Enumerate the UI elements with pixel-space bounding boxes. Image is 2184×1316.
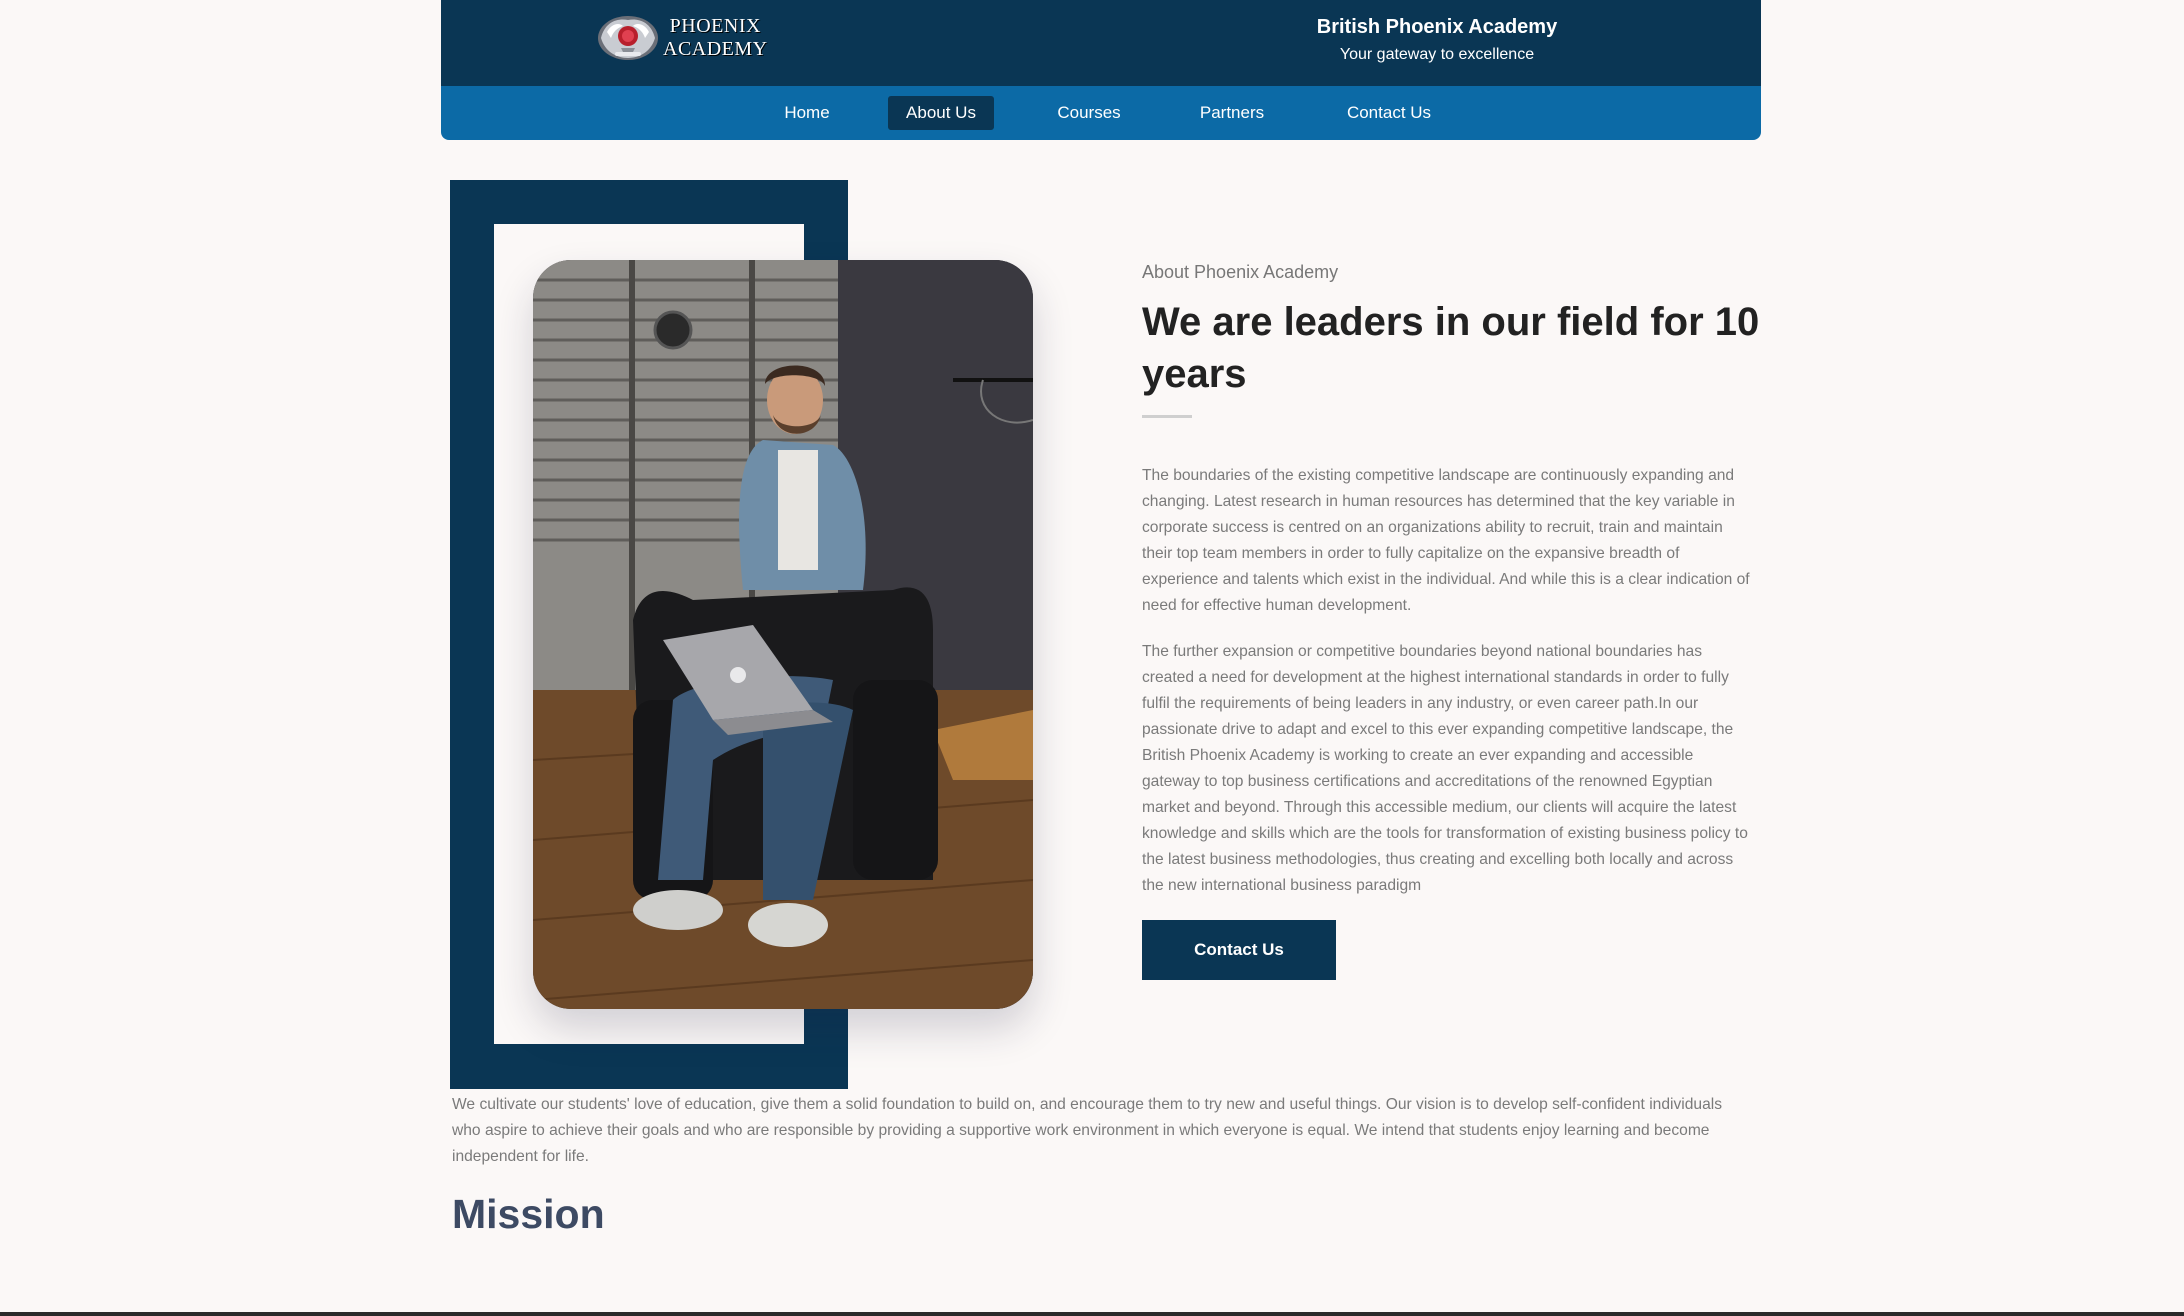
section-eyebrow: About Phoenix Academy xyxy=(1142,262,1339,282)
nav-item-about-us[interactable]: About Us xyxy=(888,96,994,130)
brand-tagline: Your gateway to excellence xyxy=(1339,46,1535,63)
vision-paragraph: We cultivate our students' love of educa… xyxy=(452,1096,1723,1165)
brand-block: British Phoenix Academy Your gateway to … xyxy=(1267,14,1607,66)
contact-us-button[interactable]: Contact Us xyxy=(1142,920,1336,980)
nav-item-partners[interactable]: Partners xyxy=(1183,96,1281,130)
logo-line-1: PHOENIX xyxy=(669,15,761,37)
page-bottom-border xyxy=(0,1312,2184,1316)
about-photo xyxy=(533,260,1033,1009)
nav-item-contact-us[interactable]: Contact Us xyxy=(1329,96,1449,130)
top-bar: PHOENIX ACADEMY British Phoenix Academy … xyxy=(441,0,1761,86)
about-paragraph-1: The boundaries of the existing competiti… xyxy=(1142,467,1750,614)
logo[interactable]: PHOENIX ACADEMY xyxy=(595,12,768,64)
about-paragraph-2: The further expansion or competitive bou… xyxy=(1142,643,1748,894)
nav-item-home[interactable]: Home xyxy=(767,96,847,130)
logo-text: PHOENIX ACADEMY xyxy=(663,15,768,61)
mission-heading: Mission xyxy=(452,1191,605,1237)
brand-title: British Phoenix Academy xyxy=(1316,16,1558,38)
heading-divider xyxy=(1142,415,1192,418)
logo-line-2: ACADEMY xyxy=(663,38,768,60)
site-header: PHOENIX ACADEMY British Phoenix Academy … xyxy=(441,0,1761,140)
section-heading: We are leaders in our field for 10 years xyxy=(1142,300,1760,396)
main-nav: Home About Us Courses Partners Contact U… xyxy=(441,86,1761,140)
phoenix-crest-icon xyxy=(598,16,658,60)
nav-item-courses[interactable]: Courses xyxy=(1041,96,1137,130)
man-with-laptop-image xyxy=(533,260,1033,1009)
